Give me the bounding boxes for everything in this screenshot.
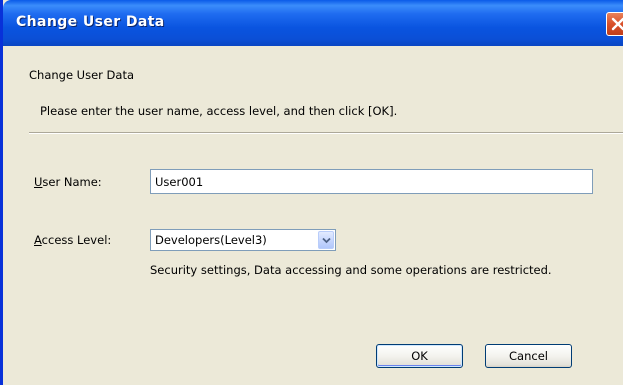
change-user-data-dialog: Change User Data Change User Data Please… — [0, 0, 623, 385]
section-heading: Change User Data — [29, 68, 135, 82]
access-level-dropdown[interactable]: Developers(Level3) — [150, 229, 336, 251]
close-icon — [611, 17, 623, 31]
user-name-input[interactable] — [150, 169, 593, 194]
dropdown-arrow-button[interactable] — [318, 231, 334, 249]
close-button[interactable] — [606, 12, 623, 36]
access-level-label-text: ccess Level: — [41, 233, 112, 247]
access-level-description: Security settings, Data accessing and so… — [150, 263, 552, 277]
access-level-label: Access Level: — [34, 233, 111, 247]
title-bar[interactable]: Change User Data — [3, 0, 623, 46]
separator — [29, 132, 623, 134]
instruction-text: Please enter the user name, access level… — [40, 104, 398, 118]
user-name-label: User Name: — [34, 175, 102, 189]
chevron-down-icon — [322, 237, 331, 244]
dialog-title: Change User Data — [16, 14, 165, 30]
ok-button[interactable]: OK — [376, 344, 463, 368]
access-level-selected: Developers(Level3) — [155, 233, 267, 247]
user-name-label-text: ser Name: — [42, 175, 102, 189]
cancel-button[interactable]: Cancel — [485, 344, 572, 368]
access-level-label-accelerator: A — [34, 233, 42, 247]
